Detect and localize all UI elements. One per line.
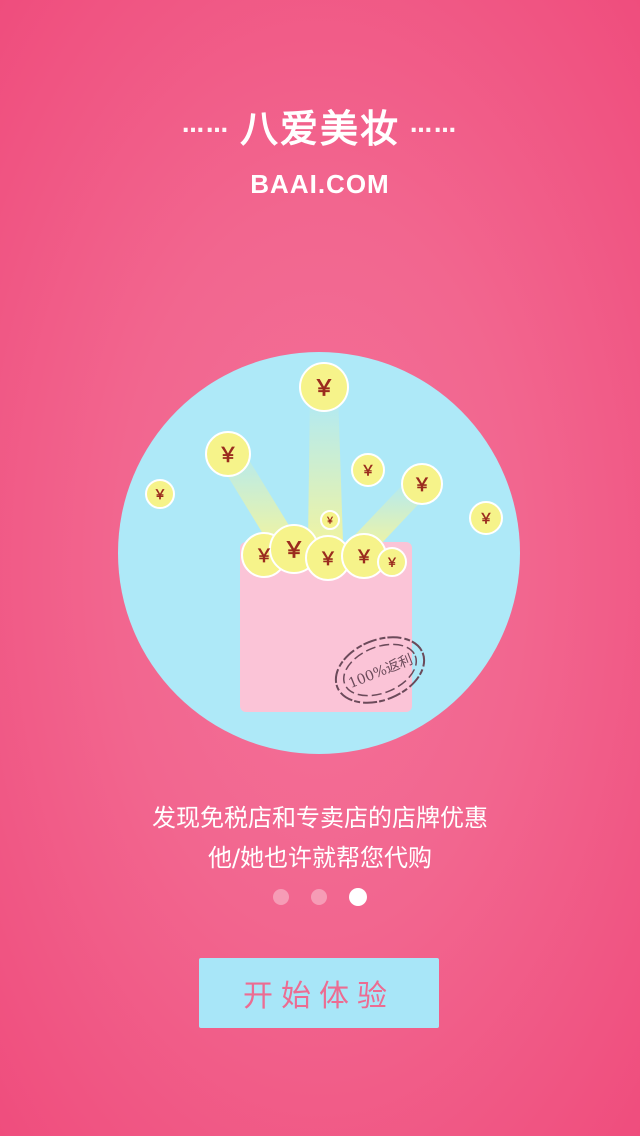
yuan-coin-icon: ￥ bbox=[218, 443, 238, 467]
app-domain: BAAI.COM bbox=[250, 169, 390, 199]
yuan-coin-icon: ￥ bbox=[413, 475, 431, 496]
yuan-coin-icon: ￥ bbox=[255, 546, 273, 567]
yuan-coin-icon: ￥ bbox=[479, 511, 493, 527]
title-decor-right: …… bbox=[410, 113, 458, 138]
yuan-coin-icon: ￥ bbox=[319, 549, 337, 570]
page-dot[interactable] bbox=[273, 889, 289, 905]
page-indicator bbox=[0, 887, 640, 906]
header: …… 八爱美妆 …… BAAI.COM bbox=[0, 98, 640, 200]
page-dot[interactable] bbox=[349, 888, 367, 906]
yuan-coin-icon: ￥ bbox=[313, 375, 335, 401]
onboarding-caption: 发现免税店和专卖店的店牌优惠 他/她也许就帮您代购 bbox=[0, 798, 640, 878]
yuan-coin-icon: ￥ bbox=[355, 547, 373, 568]
title-row: …… 八爱美妆 …… bbox=[0, 98, 640, 153]
illustration-svg: ￥ ￥ ￥ ￥ ￥￥￥￥￥￥￥￥ 100%返利 bbox=[118, 352, 520, 754]
yuan-coin-icon: ￥ bbox=[361, 463, 375, 479]
caption-line-1: 发现免税店和专卖店的店牌优惠 bbox=[152, 804, 488, 832]
yuan-coin-icon: ￥ bbox=[325, 515, 334, 526]
wallet-coins-illustration: ￥ ￥ ￥ ￥ ￥ ￥ ￥ ￥ ￥ ￥ ￥ ￥ 100%返利 bbox=[118, 352, 520, 754]
yuan-coin-icon: ￥ bbox=[283, 537, 305, 563]
start-experience-button[interactable]: 开始体验 bbox=[199, 958, 439, 1028]
title-decor-left: …… bbox=[181, 113, 230, 138]
page-dot[interactable] bbox=[311, 889, 327, 905]
yuan-coin-icon: ￥ bbox=[386, 556, 398, 570]
yuan-coin-icon: ￥ bbox=[153, 488, 166, 503]
app-title: 八爱美妆 bbox=[239, 107, 400, 151]
caption-line-2: 他/她也许就帮您代购 bbox=[207, 844, 433, 872]
